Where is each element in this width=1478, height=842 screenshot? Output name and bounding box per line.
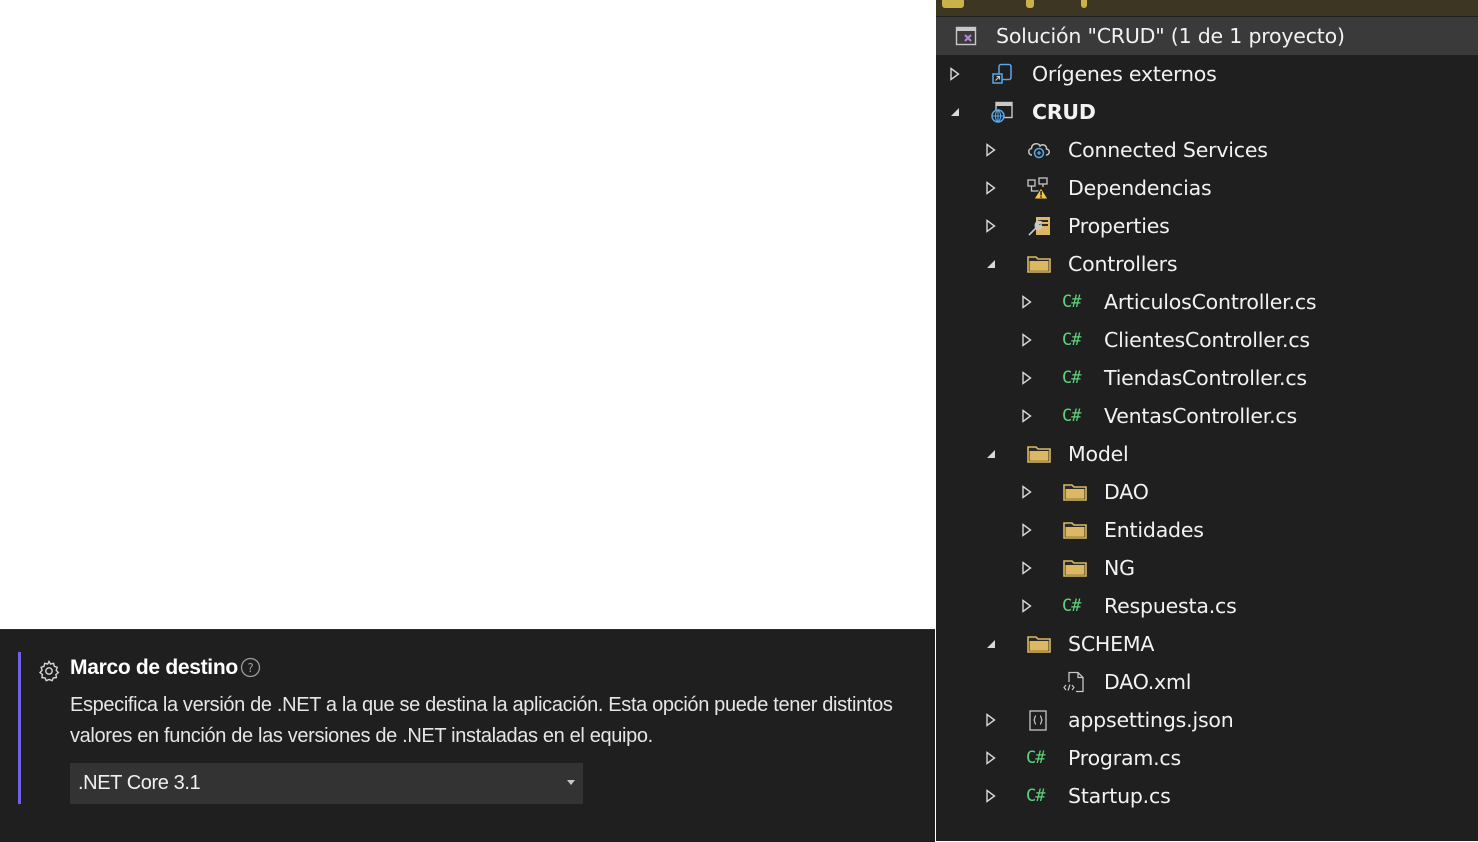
tree-item[interactable]: DAO — [936, 473, 1478, 511]
expanded-arrow-icon[interactable] — [984, 446, 998, 462]
tree-item-label: Controllers — [1068, 252, 1178, 276]
tree-item-label: Orígenes externos — [1032, 62, 1217, 86]
csharp-file-icon: C# — [1026, 748, 1045, 768]
tree-item-label: Respuesta.cs — [1104, 594, 1237, 618]
folder-icon — [1062, 480, 1087, 504]
tree-item[interactable]: DAO.xml — [936, 663, 1478, 701]
toolbar-strip — [936, 0, 1478, 16]
help-icon[interactable]: ? — [240, 657, 261, 678]
tree-item-label: DAO.xml — [1104, 670, 1192, 694]
toolbar-icon[interactable] — [942, 0, 964, 8]
toolbar-icon[interactable] — [1081, 0, 1087, 8]
solution-explorer: Solución "CRUD" (1 de 1 proyecto) Orígene… — [936, 0, 1478, 841]
collapsed-arrow-icon[interactable] — [984, 218, 998, 234]
collapsed-arrow-icon[interactable] — [1020, 560, 1034, 576]
tree-item[interactable]: CRUD — [936, 93, 1478, 131]
csharp-file-icon: C# — [1062, 368, 1081, 388]
chevron-down-icon[interactable] — [567, 780, 575, 785]
tree-item-label: ArticulosController.cs — [1104, 290, 1317, 314]
expanded-arrow-icon[interactable] — [984, 256, 998, 272]
dependencies-warning-icon — [1026, 176, 1050, 200]
tree-item-label: Model — [1068, 442, 1129, 466]
tree-item-label: Solución "CRUD" (1 de 1 proyecto) — [996, 24, 1345, 48]
description-line: Especifica la versión de .NET a la que s… — [70, 694, 893, 716]
folder-icon — [1062, 556, 1087, 580]
csharp-file-icon: C# — [1062, 596, 1081, 616]
collapsed-arrow-icon[interactable] — [984, 712, 998, 728]
collapsed-arrow-icon[interactable] — [984, 750, 998, 766]
collapsed-arrow-icon[interactable] — [984, 788, 998, 804]
collapsed-arrow-icon[interactable] — [1020, 484, 1034, 500]
external-sources-icon — [990, 62, 1014, 86]
tree-item[interactable]: Dependencias — [936, 169, 1478, 207]
csharp-file-icon: C# — [1026, 786, 1045, 806]
collapsed-arrow-icon[interactable] — [1020, 294, 1034, 310]
tree-item[interactable]: Properties — [936, 207, 1478, 245]
tree-item-label: Startup.cs — [1068, 784, 1171, 808]
target-framework-dropdown[interactable]: .NET Core 3.1 — [70, 763, 583, 804]
tree-item[interactable]: Orígenes externos — [936, 55, 1478, 93]
target-framework-panel: Marco de destino ? Especifica la versión… — [0, 629, 935, 842]
collapsed-arrow-icon[interactable] — [1020, 522, 1034, 538]
tree-item-label: TiendasController.cs — [1104, 366, 1307, 390]
tree-item-label: Dependencias — [1068, 176, 1212, 200]
tree-item[interactable]: appsettings.json — [936, 701, 1478, 739]
toolbar-icon[interactable] — [1026, 0, 1034, 8]
tree-item-label: NG — [1104, 556, 1135, 580]
dropdown-selected-value: .NET Core 3.1 — [78, 772, 201, 794]
tree-item-label: ClientesController.cs — [1104, 328, 1310, 352]
section-title: Marco de destino — [70, 656, 238, 679]
tree-item[interactable]: C# TiendasController.cs — [936, 359, 1478, 397]
description-line: valores en función de las versiones de .… — [70, 725, 653, 747]
json-file-icon — [1026, 708, 1050, 732]
csharp-file-icon: C# — [1062, 292, 1081, 312]
collapsed-arrow-icon[interactable] — [1020, 370, 1034, 386]
tree-item[interactable]: Connected Services — [936, 131, 1478, 169]
tree-item[interactable]: SCHEMA — [936, 625, 1478, 663]
tree-item-label: Connected Services — [1068, 138, 1268, 162]
tree-item-label: DAO — [1104, 480, 1149, 504]
collapsed-arrow-icon[interactable] — [1020, 598, 1034, 614]
tree-item[interactable]: C# Program.cs — [936, 739, 1478, 777]
folder-icon — [1062, 518, 1087, 542]
section-description: Especifica la versión de .NET a la que s… — [70, 690, 930, 752]
tree-item[interactable]: C# ClientesController.cs — [936, 321, 1478, 359]
tree-item[interactable]: C# Startup.cs — [936, 777, 1478, 815]
expanded-arrow-icon[interactable] — [948, 104, 962, 120]
csharp-file-icon: C# — [1062, 406, 1081, 426]
tree-item-label: SCHEMA — [1068, 632, 1155, 656]
tree-item[interactable]: NG — [936, 549, 1478, 587]
section-accent-bar — [18, 652, 21, 804]
tree-item-label: VentasController.cs — [1104, 404, 1297, 428]
tree-item[interactable]: C# Respuesta.cs — [936, 587, 1478, 625]
folder-icon — [1026, 442, 1051, 466]
collapsed-arrow-icon[interactable] — [1020, 408, 1034, 424]
tree-item-label: CRUD — [1032, 100, 1096, 124]
gear-icon — [37, 659, 61, 683]
folder-icon — [1026, 632, 1051, 656]
collapsed-arrow-icon[interactable] — [984, 180, 998, 196]
tree-item-label: Properties — [1068, 214, 1170, 238]
tree-item-label: appsettings.json — [1068, 708, 1234, 732]
folder-icon — [1026, 252, 1051, 276]
expanded-arrow-icon[interactable] — [984, 636, 998, 652]
tree-item-label: Program.cs — [1068, 746, 1181, 770]
properties-icon — [1026, 214, 1050, 238]
svg-text:?: ? — [247, 661, 253, 675]
tree-item[interactable]: Model — [936, 435, 1478, 473]
tree-item[interactable]: C# VentasController.cs — [936, 397, 1478, 435]
solution-icon — [954, 24, 978, 48]
tree-item[interactable]: C# ArticulosController.cs — [936, 283, 1478, 321]
tree-item[interactable]: Solución "CRUD" (1 de 1 proyecto) — [936, 17, 1478, 55]
collapsed-arrow-icon[interactable] — [984, 142, 998, 158]
connected-services-icon — [1026, 138, 1050, 162]
tree-item[interactable]: Entidades — [936, 511, 1478, 549]
collapsed-arrow-icon[interactable] — [948, 66, 962, 82]
web-project-icon — [990, 100, 1014, 124]
tree-item-label: Entidades — [1104, 518, 1204, 542]
collapsed-arrow-icon[interactable] — [1020, 332, 1034, 348]
tree-item[interactable]: Controllers — [936, 245, 1478, 283]
xml-file-icon — [1062, 670, 1086, 694]
csharp-file-icon: C# — [1062, 330, 1081, 350]
